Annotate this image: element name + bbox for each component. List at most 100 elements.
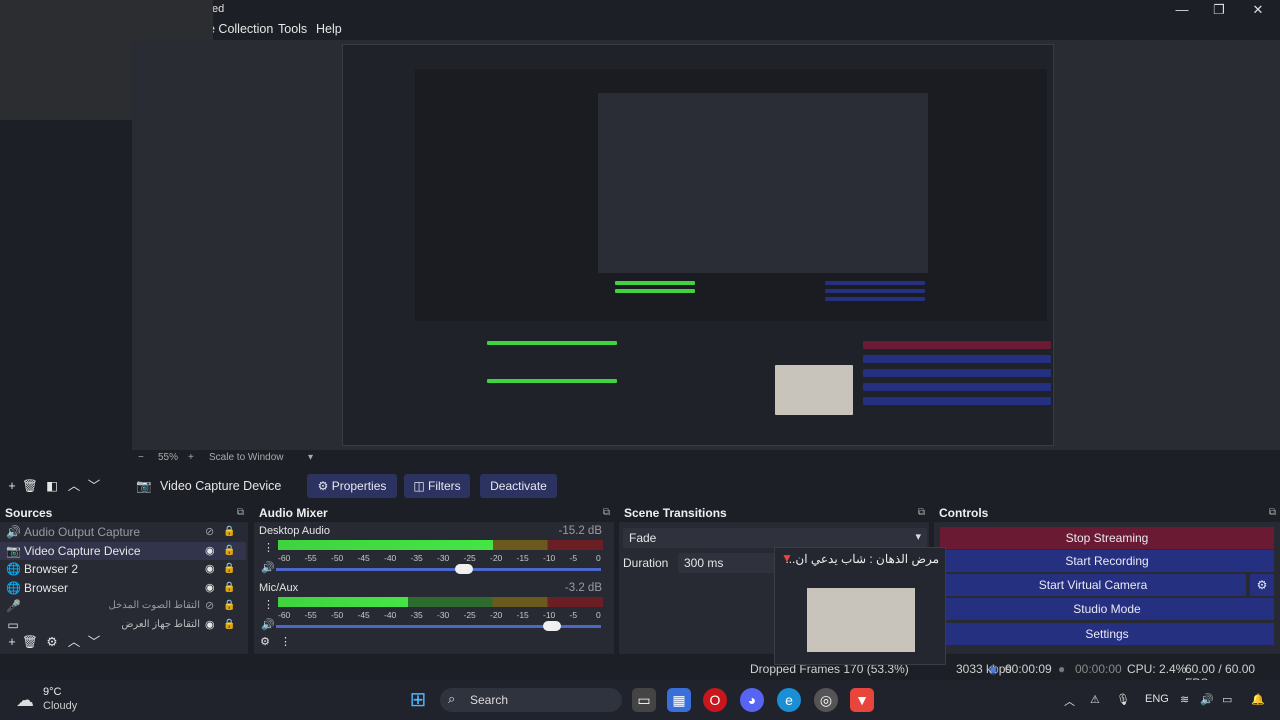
- dock-pin-icon[interactable]: ⧉: [918, 504, 925, 522]
- source-item[interactable]: 🔊 Audio Output Capture ⊘ 🔒: [0, 523, 246, 541]
- studio-mode-button[interactable]: Studio Mode: [940, 598, 1274, 620]
- virtual-camera-gear-icon[interactable]: ⚙: [1250, 574, 1274, 596]
- source-item[interactable]: 🌐 Browser ◉ 🔒: [0, 579, 246, 597]
- source-item[interactable]: ▭ التقاط جهاز العرض ◉ 🔒: [0, 616, 246, 634]
- stop-streaming-button[interactable]: Stop Streaming: [940, 527, 1274, 549]
- monitor-icon: ▭: [7, 617, 19, 632]
- menu-tools[interactable]: Tools: [278, 22, 307, 36]
- browser-notification[interactable]: مرض الذهان : شاب يدعي ان... ▼: [774, 547, 946, 665]
- obs-icon[interactable]: ◎: [814, 688, 838, 712]
- chevron-down-icon[interactable]: ▾: [308, 452, 313, 463]
- maximize-button[interactable]: ❐: [1199, 0, 1239, 20]
- menu-help[interactable]: Help: [316, 22, 342, 36]
- properties-button[interactable]: ⚙ Properties: [307, 474, 397, 498]
- filters-button[interactable]: ◫ Filters: [404, 474, 470, 498]
- duration-input[interactable]: 300 ms: [678, 553, 774, 573]
- meter-tick-label: -45: [357, 610, 370, 620]
- store-icon[interactable]: ▦: [667, 688, 691, 712]
- chevron-up-icon[interactable]: ︿: [1064, 693, 1075, 709]
- menu-scene-collection[interactable]: e Collection: [208, 22, 273, 36]
- remove-source-icon[interactable]: 🗑: [22, 633, 38, 651]
- eye-icon[interactable]: ◉: [205, 579, 215, 597]
- volume-mute-icon[interactable]: 🔊: [261, 618, 275, 631]
- lock-icon[interactable]: 🔒: [223, 616, 235, 634]
- source-item[interactable]: 🎤 التقاط الصوت المدخل ⊘ 🔒: [0, 597, 246, 615]
- close-button[interactable]: ✕: [1238, 0, 1278, 20]
- mixer-menu-icon[interactable]: ⋮: [280, 634, 291, 650]
- source-label: Audio Output Capture: [24, 525, 141, 539]
- cpu-usage: CPU: 2.4%: [1127, 662, 1187, 676]
- dock-pin-icon[interactable]: ⧉: [603, 504, 610, 522]
- opera-icon[interactable]: O: [703, 688, 727, 712]
- dock-pin-icon[interactable]: ⧉: [1269, 504, 1276, 522]
- notification-bell-icon[interactable]: 🔔: [1251, 693, 1265, 706]
- move-up-icon[interactable]: ︿: [66, 474, 82, 498]
- edge-icon[interactable]: e: [777, 688, 801, 712]
- lock-icon[interactable]: 🔒: [223, 560, 235, 578]
- channel-menu-icon[interactable]: ⋮: [263, 541, 274, 554]
- meter-tick-label: -45: [357, 553, 370, 563]
- source-down-icon[interactable]: ﹀: [86, 633, 102, 651]
- minimize-button[interactable]: —: [1162, 0, 1202, 20]
- scale-mode-select[interactable]: Scale to Window: [209, 452, 283, 463]
- deactivate-button[interactable]: Deactivate: [480, 474, 557, 498]
- task-view-icon[interactable]: ▭: [632, 688, 656, 712]
- volume-slider-knob[interactable]: [542, 621, 561, 631]
- source-up-icon[interactable]: ︿: [66, 633, 82, 651]
- meter-tick-label: -60: [278, 610, 291, 620]
- dock-pin-icon[interactable]: ⧉: [237, 504, 244, 522]
- settings-button[interactable]: Settings: [940, 623, 1274, 645]
- eye-icon[interactable]: ◉: [205, 616, 215, 634]
- zoom-bar: − 55% + Scale to Window ▾: [132, 452, 1280, 466]
- source-gear-icon[interactable]: ⚙: [44, 633, 60, 651]
- battery-icon[interactable]: ▭: [1222, 693, 1232, 706]
- mixer-settings-icon[interactable]: ⚙: [258, 634, 272, 650]
- brave-icon: ▼: [781, 551, 793, 565]
- stream-icon: ◉: [988, 662, 999, 676]
- start-virtual-camera-button[interactable]: Start Virtual Camera: [940, 574, 1246, 596]
- language-indicator[interactable]: ENG: [1145, 693, 1169, 705]
- search-box[interactable]: ⌕ Search: [440, 688, 622, 712]
- eye-icon[interactable]: ◉: [205, 560, 215, 578]
- zoom-level: 55%: [158, 452, 179, 463]
- properties-icon[interactable]: ◧: [44, 474, 60, 498]
- preview-canvas[interactable]: [342, 44, 1054, 446]
- source-item[interactable]: 📷 Video Capture Device ◉ 🔒: [0, 541, 246, 560]
- discord-icon[interactable]: ◕: [740, 688, 764, 712]
- lock-icon[interactable]: 🔒: [223, 542, 235, 560]
- wifi-icon[interactable]: ≋: [1180, 693, 1189, 706]
- zoom-in-button[interactable]: +: [188, 452, 194, 463]
- transition-select[interactable]: Fade ▾: [623, 528, 927, 548]
- add-source-icon[interactable]: +: [4, 633, 20, 651]
- meter-tick-label: -40: [384, 610, 397, 620]
- lock-icon[interactable]: 🔒: [223, 597, 235, 615]
- zoom-out-button[interactable]: −: [138, 452, 144, 463]
- level-meter-fill: [278, 540, 493, 550]
- lock-icon[interactable]: 🔒: [223, 523, 235, 541]
- move-down-icon[interactable]: ﹀: [86, 474, 102, 498]
- mic-icon[interactable]: 🎙: [1116, 693, 1130, 706]
- channel-menu-icon[interactable]: ⋮: [263, 598, 274, 611]
- eye-hidden-icon[interactable]: ⊘: [205, 597, 214, 615]
- meter-tick-label: -5: [569, 553, 578, 563]
- add-icon[interactable]: +: [4, 474, 20, 498]
- eye-icon[interactable]: ◉: [205, 542, 215, 560]
- source-label: Video Capture Device: [24, 543, 141, 558]
- meter-tick-label: -5: [569, 610, 578, 620]
- lock-icon[interactable]: 🔒: [223, 579, 235, 597]
- network-off-icon[interactable]: ⚠: [1090, 693, 1100, 706]
- volume-slider-knob[interactable]: [454, 564, 473, 574]
- source-item[interactable]: 🌐 Browser 2 ◉ 🔒: [0, 560, 246, 578]
- volume-slider[interactable]: [276, 621, 601, 631]
- volume-slider[interactable]: [276, 564, 601, 574]
- volume-icon[interactable]: 🔊: [1200, 693, 1214, 706]
- level-meter: [278, 597, 603, 607]
- brave-taskbar-icon[interactable]: ▼: [850, 688, 874, 712]
- volume-mute-icon[interactable]: 🔊: [261, 561, 275, 574]
- start-icon[interactable]: ⊞: [406, 688, 430, 712]
- start-recording-button[interactable]: Start Recording: [940, 550, 1274, 572]
- level-meter-fill: [278, 597, 408, 607]
- eye-hidden-icon[interactable]: ⊘: [205, 523, 214, 541]
- trash-icon[interactable]: 🗑: [22, 474, 38, 498]
- source-label: Browser: [24, 580, 69, 595]
